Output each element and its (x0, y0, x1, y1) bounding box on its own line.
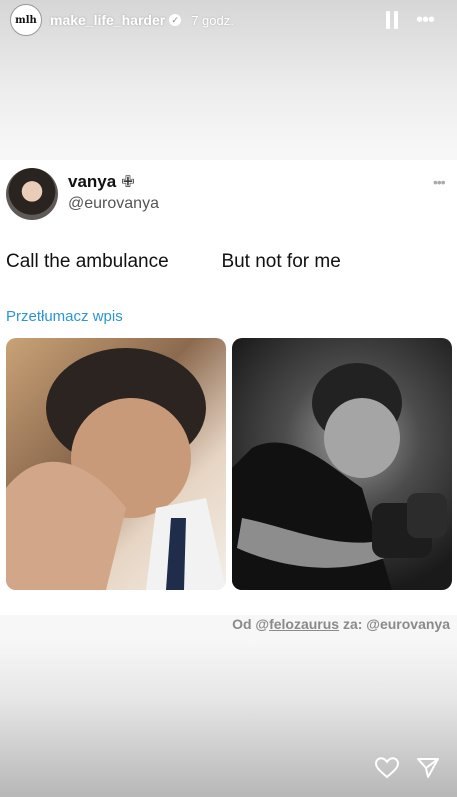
credit-line: Od @felozaurus za: @eurovanya (232, 616, 450, 632)
credit-from-user[interactable]: felozaurus (269, 616, 339, 632)
credit-suffix: za: @eurovanya (339, 616, 450, 632)
tweet-name-row: vanya ✙ (68, 172, 135, 192)
avatar-text: mlh (15, 14, 37, 26)
verified-badge-icon: ✓ (169, 14, 182, 26)
credit-prefix: Od @ (232, 616, 270, 632)
post-time: 7 godz. (191, 12, 234, 28)
more-icon[interactable]: ••• (416, 10, 435, 30)
pause-icon[interactable] (385, 11, 399, 29)
tweet-display-name: vanya (68, 172, 117, 191)
tweet-handle: @eurovanya (68, 195, 159, 212)
profile-avatar[interactable]: mlh (10, 4, 42, 36)
translate-link[interactable]: Przetłumacz wpis (6, 308, 123, 325)
send-icon[interactable] (416, 756, 440, 780)
tweet-text: Call the ambulance But not for me (6, 251, 341, 272)
cross-icon: ✙ (121, 174, 135, 191)
heart-icon[interactable] (374, 757, 400, 779)
tweet-avatar (6, 168, 58, 220)
username[interactable]: make_life_harder (50, 12, 165, 28)
tweet-card: vanya ✙ @eurovanya ••• Call the ambulanc… (0, 160, 457, 615)
tweet-image-right (232, 338, 452, 590)
tweet-more-icon: ••• (433, 174, 446, 190)
tweet-image-left (6, 338, 226, 590)
